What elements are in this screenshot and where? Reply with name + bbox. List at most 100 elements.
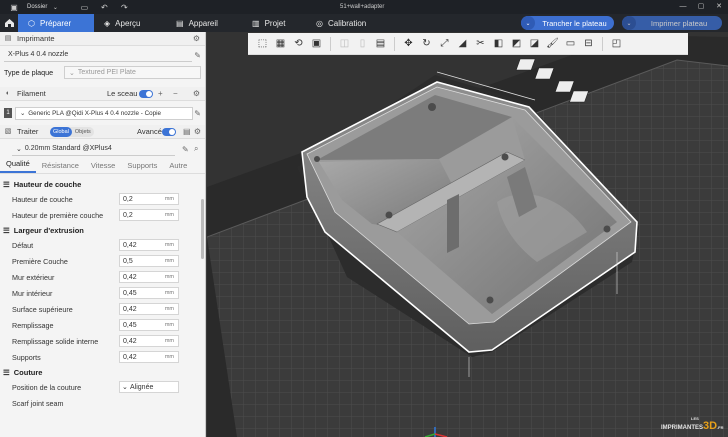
tab-strength[interactable]: Résistance [36,161,85,173]
filament-index-badge: 1 [4,108,12,118]
param-input[interactable]: 0,42 mm [119,271,179,283]
edit-icon[interactable]: ✎ [182,145,189,154]
param-unit: mm [164,274,174,280]
tab-other[interactable]: Autre [163,161,193,173]
sidebar-scrollbar[interactable] [201,199,204,259]
param-row: Supports 0,42 mm [0,349,205,365]
assembly-icon[interactable]: ◰ [608,35,625,52]
param-unit: mm [164,338,174,344]
lay-on-face-icon[interactable]: ◢ [454,35,471,52]
param-input[interactable]: 0,5 mm [119,255,179,267]
minus-icon[interactable]: − [173,89,178,98]
tab-calibration[interactable]: ◎ Calibration [306,14,390,32]
layers-icon: ◈ [104,18,111,28]
tab-quality[interactable]: Qualité [0,159,36,173]
tab-supports[interactable]: Supports [121,161,163,173]
search-icon[interactable]: ⌕ [194,144,198,154]
gear-icon[interactable]: ⚙ [194,127,201,136]
advanced-toggle[interactable] [162,128,176,136]
tab-preview[interactable]: ◈ Aperçu [94,14,166,32]
mesh-boolean-icon[interactable]: ◧ [490,35,507,52]
param-input[interactable]: 0,42 mm [119,335,179,347]
advanced-label: Avancé [137,127,162,136]
param-input[interactable]: 0,2 mm [119,193,179,205]
watermark-logo: LES IMPRIMANTES3D.FR [661,416,724,432]
global-objects-switch[interactable]: Global Objets [50,127,94,137]
file-menu[interactable]: Dossier [24,4,50,10]
close-button[interactable]: ✕ [710,0,728,14]
split-objects-icon[interactable]: ◫ [336,35,353,52]
color-paint-icon[interactable]: 🖌 [544,35,561,52]
auto-orient-icon[interactable]: ⟲ [290,35,307,52]
move-icon[interactable]: ✥ [400,35,417,52]
seam-paint-icon[interactable]: ◪ [526,35,543,52]
chevron-down-icon[interactable]: ⌄ [50,2,60,12]
chevron-down-icon[interactable]: ⌄ [521,16,535,30]
plate-type-label: Type de plaque [4,68,54,77]
process-preset-select[interactable]: ⌄ 0.20mm Standard @XPlus4 [12,143,175,156]
tab-speed[interactable]: Vitesse [85,161,121,173]
text-shape-icon[interactable]: ▭ [562,35,579,52]
undo-icon[interactable]: ↶ [99,2,109,12]
layer-editing-icon[interactable]: ▤ [372,35,389,52]
main-tab-bar: ⬡ Préparer ◈ Aperçu ▤ Appareil ▥ Projet … [0,14,728,32]
gear-icon[interactable]: ⚙ [193,34,200,43]
param-input[interactable]: 0,42 mm [119,239,179,251]
add-plate-icon[interactable]: ▦ [272,35,289,52]
settings-sidebar: ▤ Imprimante ⚙ X-Plus 4 0.4 nozzle ✎ Typ… [0,32,206,437]
rotate-icon[interactable]: ↻ [418,35,435,52]
plus-icon[interactable]: + [158,89,163,98]
param-label: Remplissage solide interne [12,336,99,346]
slice-plate-button[interactable]: ⌄ Trancher le plateau [521,16,614,30]
param-input[interactable]: 0,45 mm [119,319,179,331]
tab-label: Calibration [327,18,367,28]
compare-icon[interactable]: ▤ [183,127,191,136]
maximize-button[interactable]: ▢ [692,0,710,14]
chevron-down-icon: ⌄ [69,69,75,77]
home-button[interactable] [0,14,18,32]
cut-icon[interactable]: ✂ [472,35,489,52]
gear-icon[interactable]: ⚙ [193,89,200,98]
redo-icon[interactable]: ↷ [119,2,129,12]
global-option[interactable]: Global [50,127,72,137]
tab-device[interactable]: ▤ Appareil [166,14,242,32]
split-parts-icon[interactable]: ▯ [354,35,371,52]
param-input[interactable]: 0,2 mm [119,209,179,221]
param-label: Supports [12,352,41,362]
plate-type-select[interactable]: ⌄ Textured PEI Plate [64,66,201,79]
param-label: Défaut [12,240,34,250]
param-unit: mm [164,306,174,312]
seal-toggle[interactable] [139,90,153,98]
tab-label: Projet [264,18,286,28]
project-icon: ▥ [252,18,260,28]
param-input[interactable]: 0,45 mm [119,287,179,299]
printer-select[interactable]: X-Plus 4 0.4 nozzle [4,49,192,62]
measure-icon[interactable]: ⊟ [580,35,597,52]
build-plate-scene [207,32,728,437]
filament-value: Generic PLA @Qidi X-Plus 4 0.4 nozzle - … [28,109,162,117]
param-input[interactable]: 0,42 mm [119,351,179,363]
filament-header-label: Filament [17,89,46,98]
tab-prepare[interactable]: ⬡ Préparer [18,14,94,32]
scale-icon[interactable]: ⤢ [436,35,453,52]
param-unit: mm [164,212,174,218]
seam-position-select[interactable]: ⌄ Alignée [119,381,179,393]
minimize-button[interactable]: — [674,0,692,14]
edit-icon[interactable]: ✎ [194,109,201,118]
objects-option[interactable]: Objets [72,127,94,137]
add-object-icon[interactable]: ⬚ [254,35,271,52]
print-plate-button[interactable]: ⌄ Imprimer plateau [622,16,722,30]
filament-section-header: ◐ Filament Le sceau + − ⚙ [0,87,205,101]
process-icon: ▧ [4,127,12,135]
3d-viewport[interactable] [207,32,728,437]
chevron-down-icon[interactable]: ⌄ [622,16,636,30]
param-input[interactable]: 0,42 mm [119,303,179,315]
edit-icon[interactable]: ✎ [194,51,201,60]
arrange-icon[interactable]: ▣ [308,35,325,52]
param-unit: mm [164,242,174,248]
filament-select[interactable]: ⌄ Generic PLA @Qidi X-Plus 4 0.4 nozzle … [15,106,193,120]
tab-project[interactable]: ▥ Projet [242,14,306,32]
param-label: Hauteur de couche [12,194,73,204]
support-paint-icon[interactable]: ◩ [508,35,525,52]
save-icon[interactable]: ▭ [79,2,89,12]
